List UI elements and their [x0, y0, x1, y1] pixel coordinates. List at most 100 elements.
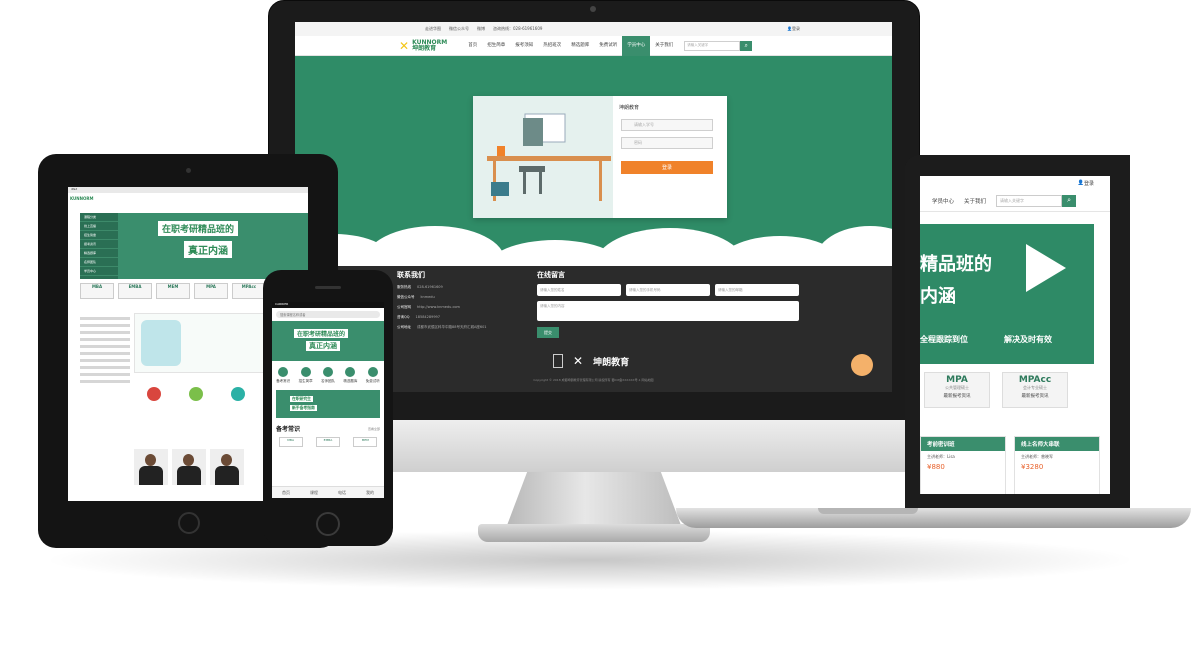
footer-logos: ✕ 坤朗教育	[553, 354, 629, 368]
desktop-navbar: ✕ KUNNORM 坤朗教育 首页 招生简章 报考须知 热招班次 精选题库 免费…	[295, 35, 892, 56]
contact-label: 公司官网	[397, 305, 411, 309]
side-menu-item[interactable]: 课程分类	[80, 213, 118, 222]
nav-item-about[interactable]: 关于我们	[650, 36, 678, 56]
nav-item-exam-info[interactable]: 报考须知	[510, 36, 538, 56]
quick-link-icon[interactable]	[300, 367, 311, 377]
phone-hero-line2: 真正内涵	[306, 341, 340, 351]
quick-link-icon[interactable]	[278, 367, 289, 377]
contact-label: 微信公众号	[397, 295, 415, 299]
category-icon[interactable]	[147, 387, 161, 401]
submit-button[interactable]: 提交	[537, 327, 559, 338]
logo[interactable]: ✕ KUNNORM 坤朗教育	[399, 39, 447, 53]
tablet-logo[interactable]: KUNNORM	[70, 196, 93, 201]
laptop-banner: 精品班的 内涵 全程跟踪到位 解决及时有效	[920, 224, 1094, 364]
program-card[interactable]: MPAcc 会计专业硕士 最新报考资讯	[1002, 372, 1068, 408]
search-button[interactable]: ⌕	[740, 40, 753, 51]
program-tag[interactable]: EMBA	[315, 437, 340, 447]
tablet-home-button[interactable]	[178, 512, 200, 534]
login-button[interactable]: 登录	[621, 161, 713, 174]
laptop-login[interactable]: 登录	[1084, 180, 1094, 187]
tab-phone[interactable]: 电话	[338, 490, 346, 496]
category-icon[interactable]	[231, 387, 245, 401]
nav-item-question-bank[interactable]: 精选题库	[566, 36, 594, 56]
program-sub: 公共管理硕士	[945, 385, 969, 390]
course-title: 考前密训班	[921, 437, 1005, 451]
nav-item-admissions[interactable]: 招生简章	[482, 36, 510, 56]
phone-search-input[interactable]: 搜索课程名称或者	[276, 311, 380, 318]
quick-link-label[interactable]: 招生简章	[299, 379, 313, 384]
customer-service-icon[interactable]	[851, 354, 873, 376]
nav-item-about[interactable]: 关于我们	[964, 197, 986, 205]
side-menu-item[interactable]: 招生简章	[80, 231, 118, 240]
section-title: 备考常识	[276, 426, 301, 433]
laptop-search-input[interactable]: 请输入关键字	[996, 194, 1063, 207]
login-card: 坤朗教育 请输入学号 密码 登录	[473, 96, 727, 218]
phone-home-button[interactable]	[316, 512, 340, 536]
program-card[interactable]: EMBA	[118, 283, 152, 299]
course-box[interactable]: 考前密训班 主讲老师：Lisa ¥880	[920, 436, 1006, 494]
phone-quick-icons	[272, 361, 384, 377]
laptop-search-button[interactable]: ⌕	[1062, 194, 1077, 207]
login-title: 坤朗教育	[619, 105, 640, 111]
tablet-hero-line1: 在职考研精品班的	[158, 221, 239, 236]
quick-link-icon[interactable]	[367, 367, 378, 377]
quick-link-icon[interactable]	[345, 367, 356, 377]
name-input[interactable]: 请输入您的姓名	[537, 284, 621, 296]
contact-row: 公司官网 http://www.knmedu.com	[397, 305, 487, 310]
contact-value: 成都市武侯区科华中路88号天府汇城A座601	[417, 325, 487, 329]
nav-item-student-center[interactable]: 学员中心	[622, 35, 651, 56]
teacher-photo[interactable]	[210, 449, 244, 485]
laptop-topbar: 👤 登录	[920, 176, 1110, 190]
password-input[interactable]: 密码	[621, 137, 713, 149]
program-card[interactable]: MBA	[80, 283, 114, 299]
desk-illustration	[473, 96, 613, 218]
program-card[interactable]: MEM	[156, 283, 190, 299]
quick-link-icon[interactable]	[322, 367, 333, 377]
message-textarea[interactable]: 请输入您的内容	[537, 301, 799, 321]
nav-item-free-trial[interactable]: 免费试听	[594, 36, 622, 56]
contact-value[interactable]: http://www.knmedu.com	[417, 305, 460, 310]
nav-item-home[interactable]: 首页	[463, 36, 482, 56]
tab-me[interactable]: 我的	[366, 490, 374, 496]
imac-camera	[590, 6, 596, 12]
quick-link-label[interactable]: 备考常识	[276, 379, 290, 384]
phone-input[interactable]: 请输入您的手机号码	[626, 284, 710, 296]
program-tag[interactable]: MBA	[278, 437, 303, 447]
tab-courses[interactable]: 课程	[310, 490, 318, 496]
category-icon[interactable]	[189, 387, 203, 401]
username-input[interactable]: 请输入学号	[621, 119, 713, 131]
nav-item-student-center[interactable]: 学员中心	[932, 197, 954, 205]
side-menu-item[interactable]: 报考资讯	[80, 240, 118, 249]
banner-line1: 精品班的	[920, 254, 992, 275]
section-more-link[interactable]: 查看全部	[368, 427, 380, 431]
program-card[interactable]: MPAcc	[232, 283, 266, 299]
teacher-photo[interactable]	[172, 449, 206, 485]
side-menu-item[interactable]: 线上直播	[80, 222, 118, 231]
nav-item-classes[interactable]: 热招班次	[538, 36, 566, 56]
program-note: 最新报考资讯	[943, 394, 971, 399]
phone-guide-banner[interactable]: 在职研究生 新手备考指南	[276, 390, 380, 418]
email-input[interactable]: 请输入您的邮箱	[715, 284, 799, 296]
side-menu-item[interactable]: 学员中心	[80, 267, 118, 276]
topbar-link[interactable]: 走进华图	[425, 26, 441, 32]
side-menu-item[interactable]: 名师团队	[80, 258, 118, 267]
topbar-link[interactable]: 微博	[477, 26, 485, 32]
teacher-photo[interactable]	[134, 449, 168, 485]
program-tag[interactable]: MEM	[353, 437, 378, 447]
program-card[interactable]: MPA	[194, 283, 228, 299]
guide-line2: 新手备考指南	[290, 405, 317, 411]
quick-link-label[interactable]: 免费试听	[366, 379, 380, 384]
search-input[interactable]: 请输入关键字	[684, 40, 741, 51]
imac-foot	[478, 524, 710, 542]
side-menu-item[interactable]: 精选题库	[80, 249, 118, 258]
quick-link-label[interactable]: 精选题库	[343, 379, 357, 384]
course-box[interactable]: 线上名师大串联 主讲老师：曾晓军 ¥3280	[1014, 436, 1100, 494]
banner-line2: 内涵	[920, 286, 956, 307]
footer-logo-text: 坤朗教育	[593, 357, 630, 368]
program-card[interactable]: MPA 公共管理硕士 最新报考资讯	[924, 372, 990, 408]
tab-home[interactable]: 首页	[282, 490, 290, 496]
topbar-link[interactable]: 微信公众号	[449, 26, 469, 32]
quick-link-label[interactable]: 名师团队	[321, 379, 335, 384]
phone-hero-line1: 在职考研精品班的	[294, 329, 349, 338]
login-link[interactable]: 👤登录	[787, 26, 800, 32]
